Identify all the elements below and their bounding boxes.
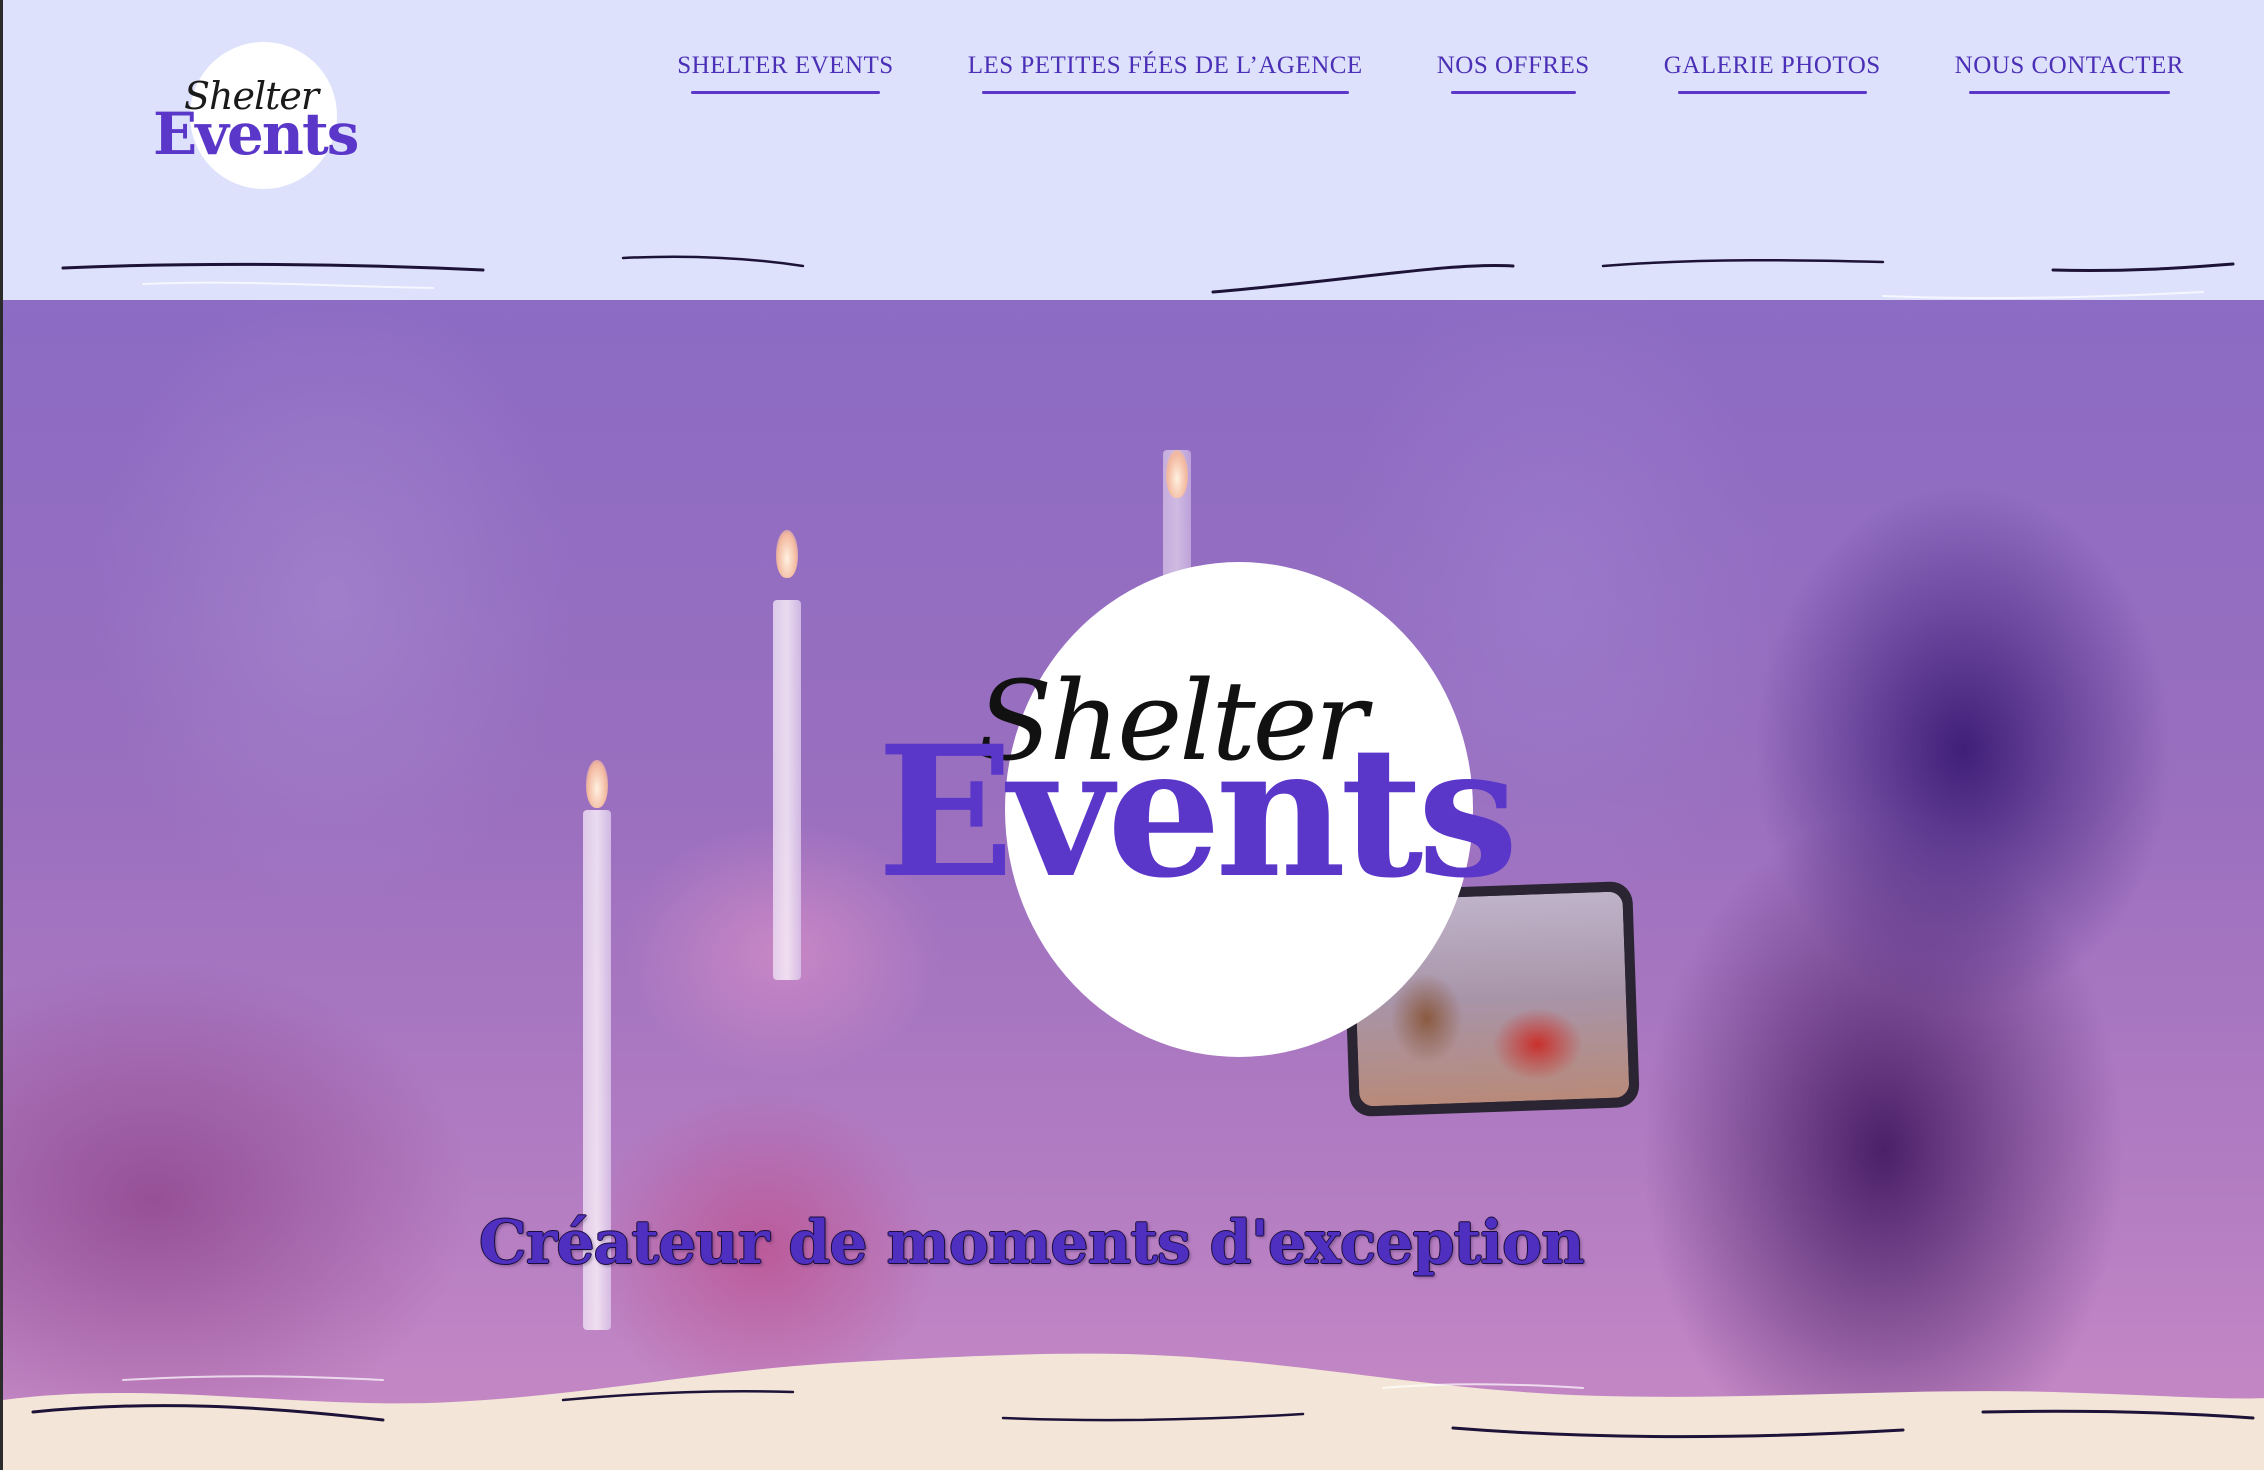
hero-background-flame	[776, 530, 798, 578]
hero-section: Shelter Events Créateur de moments d'exc…	[3, 250, 2264, 1470]
page: Shelter Events SHELTER EVENTS LES PETITE…	[0, 0, 2264, 1470]
hero-background-candle	[773, 600, 801, 980]
header-logo[interactable]: Shelter Events	[153, 42, 359, 189]
nav-item-galerie-photos[interactable]: GALERIE PHOTOS	[1664, 52, 1881, 94]
nav-item-petites-fees[interactable]: LES PETITES FÉES DE L’AGENCE	[968, 52, 1363, 94]
footer-wave-divider	[3, 1353, 2264, 1470]
nav-item-nos-offres[interactable]: NOS OFFRES	[1437, 52, 1590, 94]
hero-logo: Shelter Events	[877, 562, 1519, 1057]
nav-item-shelter-events[interactable]: SHELTER EVENTS	[677, 52, 894, 94]
hero-background-flame	[586, 760, 608, 808]
hero-background-flame	[1166, 450, 1188, 498]
logo-wordmark: Events	[153, 100, 359, 168]
hero-tagline: Créateur de moments d'exception	[479, 1208, 1585, 1278]
nav-item-nous-contacter[interactable]: NOUS CONTACTER	[1955, 52, 2184, 94]
main-nav: SHELTER EVENTS LES PETITES FÉES DE L’AGE…	[677, 52, 2184, 94]
hero-logo-wordmark: Events	[877, 707, 1519, 918]
header-wave-divider	[3, 240, 2264, 300]
